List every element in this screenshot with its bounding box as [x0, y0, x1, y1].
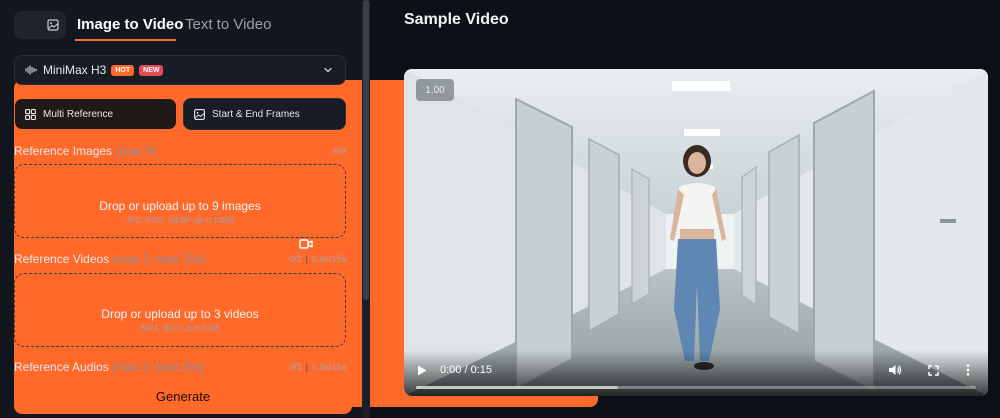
start-end-frames-label: Start & End Frames: [212, 108, 300, 120]
volume-icon: [889, 365, 902, 375]
play-button[interactable]: [414, 362, 430, 378]
mode-toggle: [14, 11, 598, 407]
video-progress-fill: [416, 386, 618, 389]
image-dropzone-title: Drop or upload up to 9 images: [99, 199, 261, 213]
left-panel-scrollbar[interactable]: [362, 0, 370, 418]
left-panel: Image to Video Text to Video MiniMax H3 …: [0, 0, 598, 418]
volume-button[interactable]: [886, 362, 904, 378]
reference-images-count: 0/9: [333, 146, 346, 156]
generate-button[interactable]: Generate: [14, 378, 352, 414]
video-camera-icon: [299, 238, 313, 249]
scrollbar-thumb[interactable]: [363, 0, 369, 300]
video-dropzone[interactable]: Drop or upload up to 3 videos MP4, MOV u…: [14, 273, 346, 347]
fullscreen-icon: [927, 364, 939, 376]
image-icon: [47, 19, 59, 31]
playback-speed-badge: 1.00: [416, 79, 454, 101]
upload-video-icon: [172, 289, 188, 300]
reference-videos-count: 0/3 | 0.0s/15s: [289, 254, 346, 264]
multi-reference-button[interactable]: Multi Reference: [14, 98, 177, 130]
sample-video-player[interactable]: 1.00 0:00 / 0:15: [404, 69, 988, 396]
reference-videos-duration: 0.0s/15s: [311, 254, 346, 264]
reference-audios-duration: 0.0s/15s: [311, 362, 346, 372]
model-select[interactable]: MiniMax H3 HOT NEW: [14, 55, 346, 85]
reference-videos-hint: (max 3, total 15s): [112, 252, 206, 266]
upload-image-icon: [173, 179, 187, 193]
model-name: MiniMax H3: [43, 63, 107, 77]
chevron-down-icon: [324, 67, 332, 73]
video-dropzone-subtitle: MP4, MOV up to 50M: [141, 324, 219, 333]
video-progress-bar[interactable]: [416, 386, 976, 389]
active-tab-underline: [75, 39, 176, 41]
reference-audios-heading: Reference Audios (max 3, total 15s): [14, 360, 205, 374]
video-dropzone-title: Drop or upload up to 3 videos: [101, 307, 259, 321]
fullscreen-button[interactable]: [924, 362, 942, 378]
waveform-icon: [25, 65, 37, 75]
start-end-frames-button[interactable]: Start & End Frames: [183, 98, 346, 130]
image-mode-button[interactable]: [40, 11, 66, 39]
image-dropzone[interactable]: Drop or upload up to 9 images JPG, PNG, …: [14, 164, 346, 238]
reference-images-heading: Reference Images (max 9): [14, 144, 156, 158]
tab-image-to-video[interactable]: Image to Video: [77, 16, 183, 33]
image-dropzone-subtitle: JPG, PNG, WEBP up to 10MB: [125, 216, 235, 225]
reference-videos-heading: Reference Videos (max 3, total 15s): [14, 252, 205, 266]
new-badge: NEW: [139, 64, 164, 76]
tab-text-to-video[interactable]: Text to Video: [185, 16, 271, 33]
reference-audios-hint: (max 3, total 15s): [112, 360, 205, 374]
more-options-button[interactable]: [961, 362, 975, 378]
video-frame: [404, 69, 988, 396]
preview-title: Sample Video: [404, 11, 509, 28]
play-icon: [418, 365, 427, 375]
grid-icon: [25, 108, 36, 120]
reference-audios-label: Reference Audios: [14, 360, 109, 374]
multi-reference-label: Multi Reference: [43, 108, 114, 120]
reference-videos-label: Reference Videos: [14, 252, 110, 266]
frame-image-icon: [194, 108, 205, 120]
video-controls: 0:00 / 0:15: [404, 350, 988, 396]
reference-images-label: Reference Images: [14, 144, 113, 158]
playback-time: 0:00 / 0:15: [440, 364, 492, 376]
reference-audios-count: 0/3 | 0.0s/15s: [289, 362, 346, 372]
more-vertical-icon: [966, 364, 970, 376]
reference-videos-count-value: 0/3: [289, 254, 302, 264]
reference-audios-count-value: 0/3: [289, 362, 302, 372]
reference-images-hint: (max 9): [115, 144, 157, 158]
hot-badge: HOT: [111, 64, 135, 76]
